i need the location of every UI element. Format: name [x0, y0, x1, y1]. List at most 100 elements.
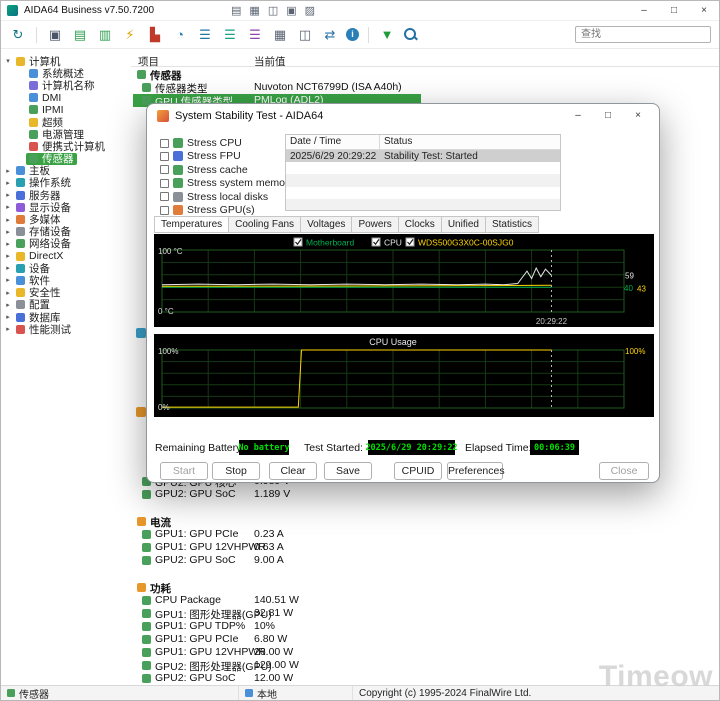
report-wizard-icon[interactable]: ▥	[96, 26, 114, 44]
sidebar-item-ipmi[interactable]: IPMI	[1, 104, 131, 116]
window-icon[interactable]: ▣	[286, 5, 296, 17]
tree-expand-arrow[interactable]: ▸	[3, 264, 13, 272]
sensor-section-row[interactable]: 电流	[131, 515, 719, 529]
database-manage-icon[interactable]: ☰	[221, 26, 239, 44]
tree-expand-arrow[interactable]: ▸	[3, 301, 13, 309]
row-value: 32.81 W	[254, 607, 294, 619]
sensor-item-row[interactable]: GPU1: GPU TDP% 10%	[131, 620, 719, 633]
stability-test-dialog: System Stability Test - AIDA64 – □ × Stres…	[146, 103, 660, 483]
cpuid-button[interactable]: CPUID	[394, 462, 442, 480]
sidebar-item-security[interactable]: ▸ 安全性	[1, 287, 131, 299]
sensor-item-row[interactable]: CPU Package 140.51 W	[131, 594, 719, 607]
maximize-button[interactable]: □	[659, 1, 689, 21]
sidebar-item-benchmark[interactable]: ▸ 性能测试	[1, 323, 131, 336]
info-icon[interactable]: i	[346, 28, 359, 41]
statusbar-copyright: Copyright (c) 1995-2024 FinalWire Ltd.	[359, 687, 532, 699]
statusbar-source-pane: 本地	[239, 686, 353, 700]
tree-expand-arrow[interactable]: ▸	[3, 179, 13, 187]
column-header-item[interactable]: 项目	[138, 54, 159, 69]
statusbar-page: 传感器	[19, 689, 49, 701]
save-button[interactable]: Save	[324, 462, 372, 480]
sensor-item-icon	[142, 674, 151, 683]
sensor-item-icon	[142, 661, 151, 670]
tree-expand-arrow[interactable]: ▾	[3, 57, 13, 65]
tree-expand-arrow[interactable]: ▸	[3, 228, 13, 236]
preferences-button[interactable]: Preferences	[447, 462, 505, 480]
search-icon[interactable]	[403, 27, 418, 42]
sidebar-item-software[interactable]: ▸ 软件	[1, 274, 131, 287]
sidebar-item-config[interactable]: ▸ 配置	[1, 299, 131, 311]
report-icon[interactable]: ▤	[71, 26, 89, 44]
transfer-icon[interactable]: ⇄	[321, 26, 339, 44]
sidebar-item-display[interactable]: ▸ 显示设备	[1, 201, 131, 214]
directx-icon	[16, 251, 25, 261]
tree-expand-arrow[interactable]: ▸	[3, 216, 13, 224]
column-header-value[interactable]: 当前值	[254, 54, 286, 69]
aida64-logo-icon	[7, 5, 18, 16]
sensor-item-row[interactable]: GPU1: 图形处理器(GPU) 32.81 W	[131, 607, 719, 621]
chart-icon[interactable]: ▙	[146, 26, 164, 44]
config-icon	[16, 300, 25, 310]
clear-button[interactable]: Clear	[269, 462, 317, 480]
panel-icon[interactable]: ▣	[46, 26, 64, 44]
computer-icon	[245, 689, 253, 697]
printer-icon[interactable]: ▦	[271, 26, 289, 44]
titlebar[interactable]: AIDA64 Business v7.50.7200 ▤ ▦ ◫ ▣ ▨ – □ ×	[1, 1, 719, 21]
stop-button[interactable]: Stop	[212, 462, 260, 480]
copy-icon[interactable]: ◫	[268, 5, 278, 17]
tree-expand-arrow[interactable]: ▸	[3, 325, 13, 333]
window-title: AIDA64 Business v7.50.7200	[24, 5, 155, 16]
operating-system-icon	[16, 178, 25, 188]
database-icon[interactable]: ☰	[196, 26, 214, 44]
sensor-item-icon	[142, 635, 151, 644]
row-label: GPU1: GPU PCIe	[155, 633, 239, 645]
close-button[interactable]: ×	[689, 1, 719, 21]
tree-expand-arrow[interactable]: ▸	[3, 167, 13, 175]
sidebar-item-dmi[interactable]: DMI	[1, 92, 131, 104]
screenshot-icon[interactable]: ◫	[296, 26, 314, 44]
ipmi-icon	[29, 105, 38, 115]
tree-expand-arrow[interactable]: ▸	[3, 240, 13, 248]
report-icon[interactable]: ▤	[231, 5, 241, 17]
layout-icon[interactable]: ▨	[305, 5, 315, 17]
sidebar-item-computer-name[interactable]: 计算机名称	[1, 79, 131, 92]
sidebar-item-network[interactable]: ▸ 网络设备	[1, 238, 131, 250]
sensor-rows-top: 传感器 传感器类型 Nuvoton NCT6799D (ISA A40h) GPU 传…	[131, 68, 719, 108]
sensor-item-row[interactable]: GPU2: GPU SoC 9.00 A	[131, 554, 719, 567]
database-sync-icon[interactable]: ☰	[246, 26, 264, 44]
sidebar-item-sensor[interactable]: 传感器	[1, 152, 131, 165]
sensor-item-row[interactable]: GPU1: GPU PCIe 6.80 W	[131, 633, 719, 646]
tree-expand-arrow[interactable]: ▸	[3, 191, 13, 199]
gauge-icon[interactable]: ◔	[171, 26, 189, 44]
sensor-item-row[interactable]: GPU1: GPU 12VHPWR 26.00 W	[131, 646, 719, 659]
sensor-item-row[interactable]: GPU2: GPU SoC 1.189 V	[131, 488, 719, 501]
sidebar-item-devices[interactable]: ▸ 设备	[1, 262, 131, 275]
tree-expand-arrow[interactable]: ▸	[3, 276, 13, 284]
row-label: CPU Package	[155, 594, 221, 606]
aida64-window: AIDA64 Business v7.50.7200 ▤ ▦ ◫ ▣ ▨ – □ × ↻ ▣ ▤…	[0, 0, 720, 701]
tree-expand-arrow[interactable]: ▸	[3, 313, 13, 321]
start-button[interactable]: Start	[160, 462, 208, 480]
sensor-item-row[interactable]: 传感器类型 Nuvoton NCT6799D (ISA A40h)	[131, 81, 719, 95]
sensor-item-row[interactable]: GPU1: GPU PCIe 0.23 A	[131, 528, 719, 541]
storage-icon	[16, 227, 25, 237]
sensor-item-row[interactable]: GPU1: GPU 12VHPWR 0.63 A	[131, 541, 719, 554]
sidebar-tree: ▾ 计算机 系统概述 计算机名称 DMI IPMI 超频 电源管理 便携式计算机 传感器 ▸ 主板 ▸ 操…	[1, 49, 131, 685]
tree-expand-arrow[interactable]: ▸	[3, 252, 13, 260]
sidebar-item-directx[interactable]: ▸ DirectX	[1, 250, 131, 262]
print-icon[interactable]: ▦	[249, 5, 259, 17]
sensor-icon	[137, 70, 146, 79]
minimize-button[interactable]: –	[629, 1, 659, 21]
row-gap	[131, 567, 719, 581]
close-button[interactable]: Close	[599, 462, 649, 480]
sidebar-item-operating-system[interactable]: ▸ 操作系统	[1, 177, 131, 189]
sensor-section-row[interactable]: 传感器	[131, 68, 719, 82]
tree-expand-arrow[interactable]: ▸	[3, 289, 13, 297]
lightning-icon[interactable]: ⚡	[121, 26, 139, 44]
tree-expand-arrow[interactable]: ▸	[3, 203, 13, 211]
search-input[interactable]	[575, 26, 711, 43]
download-icon[interactable]: ▼	[378, 26, 396, 44]
sensor-section-row[interactable]: 功耗	[131, 581, 719, 595]
refresh-icon[interactable]: ↻	[9, 26, 27, 44]
statusbar-source: 本地	[257, 689, 277, 701]
